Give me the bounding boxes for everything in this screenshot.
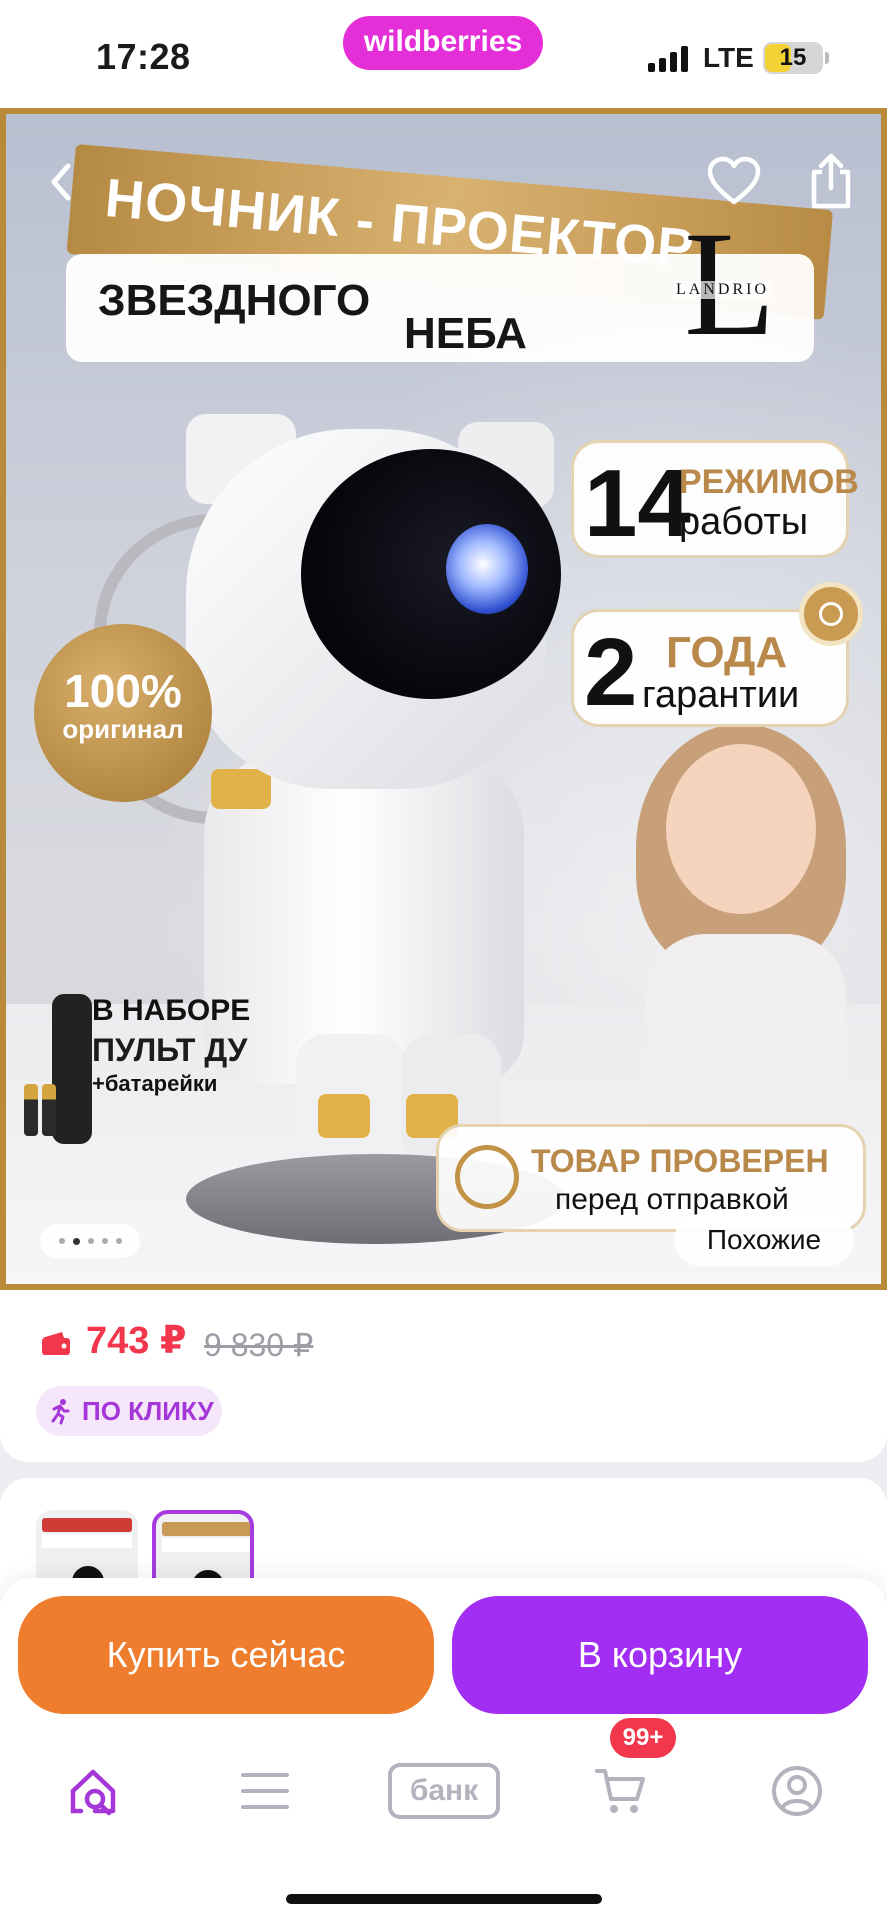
bank-label: банк [388,1763,500,1819]
projector-lens [446,524,528,614]
seal-bottom: оригинал [62,714,184,744]
thumbnail-subtitle [162,1538,250,1552]
kit-line-3: +батарейки [92,1071,218,1096]
profile-icon [772,1766,822,1816]
menu-icon [241,1773,289,1809]
status-bar: 17:28 wildberries LTE 15 [0,0,887,108]
tab-home[interactable] [48,1746,138,1836]
battery-tip [825,52,829,64]
price-card: 743 ₽ 9 830 ₽ ПО КЛИКУ [0,1290,887,1462]
kit-label: В НАБОРЕ ПУЛЬТ ДУ +батарейки [92,994,250,1097]
thumbnail-banner [162,1522,250,1536]
share-icon [811,153,851,209]
promo-badge-label: ПО КЛИКУ [82,1395,214,1426]
battery-image [42,1084,56,1136]
carousel-dot-active[interactable] [72,1237,80,1245]
modes-badge: 14 РЕЖИМОВ работы [571,440,859,558]
girl-face [666,744,816,914]
promo-badge[interactable]: ПО КЛИКУ [36,1386,222,1436]
running-person-icon [51,1399,70,1425]
box-magnifier-icon [455,1145,519,1209]
warranty-number: 2 [584,619,638,726]
similar-button[interactable]: Похожие [674,1214,854,1266]
product-gallery[interactable]: НОЧНИК - ПРОЕКТОР ЗВЕЗДНОГО НЕБА L LANDR… [0,108,887,1290]
favorite-button[interactable] [706,156,762,208]
battery-level: 15 [779,44,807,71]
warranty-top: ГОДА [666,628,788,677]
tab-bar: банк 99+ [0,1718,887,1866]
checked-line-1: ТОВАР ПРОВЕРЕН [531,1143,829,1179]
home-indicator[interactable] [286,1894,602,1904]
back-button[interactable] [42,158,82,206]
battery-image [24,1084,38,1136]
signal-icon [648,46,688,72]
modes-number: 14 [584,450,691,557]
carousel-dot[interactable] [87,1238,94,1244]
cart-count-badge: 99+ [610,1718,676,1758]
checked-line-2: перед отправкой [555,1183,789,1216]
modes-top: РЕЖИМОВ [679,463,859,501]
bottom-panel: Купить сейчас В корзину банк 99+ [0,1578,887,1920]
logo-word: LANDRIO [674,281,771,299]
carousel-dot[interactable] [115,1238,122,1244]
astronaut-gold-pad [318,1094,370,1138]
share-button[interactable] [806,152,856,210]
kit-line-2: ПУЛЬТ ДУ [92,1032,248,1068]
astronaut-gold-pad [211,769,271,809]
stopwatch-icon [799,582,863,646]
wallet-icon [42,1332,70,1355]
heart-icon [707,156,761,205]
subtitle-line-1: ЗВЕЗДНОГО [98,276,371,325]
home-search-icon [70,1769,116,1816]
old-price: 9 830 ₽ [204,1327,314,1363]
brand-logo: L LANDRIO [674,209,784,369]
girl-body [646,934,846,1144]
seal-top: 100% [64,665,182,717]
network-label: LTE [703,42,754,73]
subtitle-line-2: НЕБА [404,309,527,358]
warranty-bottom: гарантии [642,674,800,716]
original-seal: 100% оригинал [34,624,212,802]
tab-catalog[interactable] [220,1746,310,1836]
thumbnail-banner [42,1518,132,1532]
carousel-dot[interactable] [101,1238,108,1244]
current-price: 743 ₽ [86,1320,187,1362]
battery-icon: 15 [763,42,823,74]
remote-control-image [52,994,92,1144]
buy-now-button[interactable]: Купить сейчас [18,1596,434,1714]
carousel-dots[interactable] [40,1224,140,1258]
status-time: 17:28 [96,36,191,77]
kit-line-1: В НАБОРЕ [92,994,251,1027]
tab-bank[interactable]: банк [384,1746,504,1836]
chevron-left-icon [51,163,71,201]
tab-profile[interactable] [752,1746,842,1836]
cart-icon [595,1769,645,1813]
tab-cart[interactable] [576,1746,666,1836]
thumbnail-subtitle [42,1534,132,1548]
add-to-cart-button[interactable]: В корзину [452,1596,868,1714]
modes-bottom: работы [679,501,809,543]
brand-pill[interactable]: wildberries [343,16,543,70]
carousel-dot[interactable] [58,1238,65,1244]
